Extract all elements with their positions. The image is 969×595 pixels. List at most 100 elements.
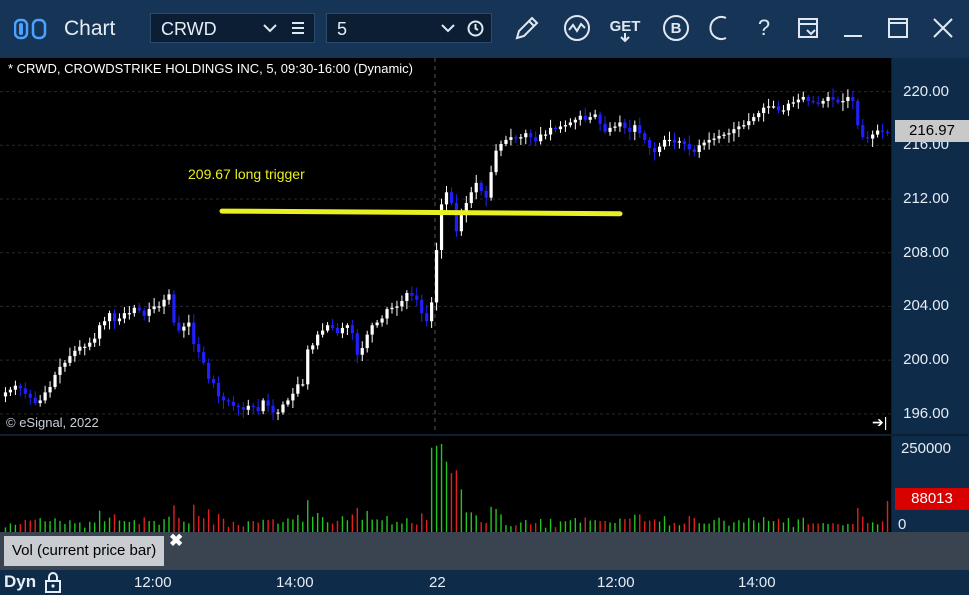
candle-body (236, 405, 240, 408)
volume-bar (173, 505, 175, 532)
volume-bar (876, 524, 879, 532)
volume-bar (257, 522, 259, 532)
close-button[interactable] (927, 12, 959, 44)
volume-bar (297, 514, 299, 532)
chevron-down-icon[interactable] (441, 23, 455, 33)
volume-bar (108, 517, 111, 532)
volume-bar (797, 519, 800, 532)
volume-bar (772, 521, 775, 532)
volume-bar (207, 509, 210, 532)
price-chart-panel[interactable]: * CRWD, CROWDSTRIKE HOLDINGS INC, 5, 09:… (0, 58, 891, 434)
minimize-button[interactable] (837, 12, 869, 44)
volume-bar (321, 517, 324, 532)
trigger-annotation-label[interactable]: 209.67 long trigger (188, 166, 305, 182)
candle-body (276, 412, 280, 414)
price-axis[interactable]: 220.00 216.00 212.00 208.00 204.00 200.00 196.… (892, 58, 969, 434)
symbol-selector[interactable]: CRWD (150, 13, 315, 43)
volume-bar (673, 522, 676, 532)
volume-bar (54, 518, 56, 532)
volume-bar (406, 518, 408, 532)
volume-canvas[interactable] (0, 436, 891, 532)
volume-bar (267, 519, 269, 532)
volume-bar (39, 518, 41, 532)
volume-bar (520, 522, 522, 532)
jump-to-end-icon[interactable]: ➔| (872, 414, 887, 431)
volume-study-label[interactable]: Vol (current price bar) (4, 536, 165, 566)
candle-body (405, 293, 409, 302)
candle-body (499, 143, 503, 151)
candle-body (68, 356, 72, 363)
volume-bar (604, 521, 606, 532)
refresh-button[interactable] (704, 12, 736, 44)
page-options-button[interactable] (792, 12, 824, 44)
volume-bar (812, 523, 814, 532)
help-icon: ? (758, 15, 770, 40)
time-axis[interactable]: Dyn 12:00 14:00 22 12:00 14:00 (0, 570, 969, 595)
lock-icon[interactable] (43, 571, 63, 593)
volume-axis[interactable]: 250000 0 (892, 436, 969, 533)
interval-selector[interactable]: 5 (326, 13, 492, 43)
candle-body (261, 400, 265, 412)
candle-body (162, 299, 166, 307)
chevron-down-icon[interactable] (263, 23, 277, 33)
volume-bar (381, 520, 383, 532)
volume-bar (183, 521, 185, 532)
candle-body (563, 125, 568, 127)
draw-pencil-button[interactable] (511, 12, 543, 44)
volume-bar (753, 520, 755, 532)
candle-body (127, 313, 131, 315)
candle-body (48, 387, 52, 393)
help-button[interactable]: ? (748, 12, 780, 44)
candle-body (102, 321, 107, 326)
price-chart-canvas[interactable] (0, 58, 891, 434)
close-study-icon[interactable]: ✖ (169, 531, 183, 551)
candle-body (187, 322, 191, 327)
candle-body (489, 172, 493, 198)
volume-panel[interactable] (0, 436, 891, 532)
volume-bar (430, 447, 433, 532)
volume-bar (287, 518, 289, 532)
volume-bar (93, 522, 96, 532)
volume-bar (862, 516, 864, 532)
volume-bar (787, 517, 790, 532)
candle-body (534, 137, 538, 142)
volume-bar (237, 524, 240, 532)
candle-body (796, 99, 800, 103)
volume-bar (871, 522, 874, 532)
candle-body (742, 125, 746, 127)
candle-body (221, 396, 226, 401)
candle-body (23, 388, 27, 394)
candle-body (509, 137, 513, 140)
volume-bar (64, 524, 66, 532)
candle-body (13, 385, 17, 390)
volume-bar (644, 521, 646, 532)
volume-bar (658, 521, 661, 532)
volume-bar (396, 521, 398, 532)
volume-bar (188, 523, 190, 532)
candle-body (638, 125, 642, 134)
candle-body (241, 407, 245, 410)
candle-body (88, 342, 92, 347)
list-icon[interactable] (291, 21, 305, 35)
candle-body (514, 137, 518, 139)
candle-body (573, 119, 577, 123)
candle-body (325, 325, 330, 331)
volume-bar (445, 461, 448, 532)
studies-button[interactable] (561, 12, 593, 44)
candle-body (3, 392, 8, 397)
candle-body (226, 400, 231, 402)
get-data-button[interactable]: GET (609, 12, 641, 44)
svg-text:B: B (671, 20, 682, 37)
window-title: Chart (64, 17, 116, 40)
b-button[interactable]: B (660, 12, 692, 44)
dynamic-mode-label[interactable]: Dyn (4, 572, 36, 592)
volume-bar (193, 504, 195, 532)
candle-body (340, 327, 345, 334)
maximize-button[interactable] (882, 12, 914, 44)
clock-icon[interactable] (467, 20, 484, 37)
volume-bar (817, 523, 819, 532)
refresh-arc-icon (709, 16, 727, 40)
candle-body (207, 362, 211, 379)
candle-body (747, 121, 751, 126)
candle-body (737, 126, 741, 130)
